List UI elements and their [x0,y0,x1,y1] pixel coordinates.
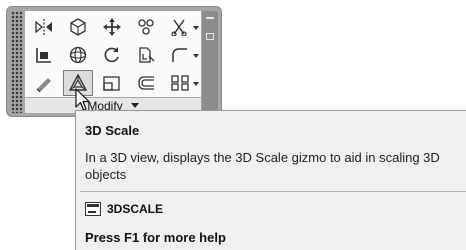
rotate-tool-button[interactable] [97,42,127,68]
tooltip-divider [80,191,466,192]
tooltip-title: 3D Scale [85,123,140,138]
trim-dropdown-arrow[interactable] [193,26,199,30]
offset-icon [138,76,154,90]
move-icon [103,18,121,36]
mouse-cursor-icon [75,88,90,111]
offset-tool-button[interactable] [131,70,161,96]
erase-icon [36,78,51,92]
3d-move-gizmo-icon [70,18,86,36]
rotate-icon [104,47,119,63]
tooltip-3d-scale: 3D Scale In a 3D view, displays the 3D S… [75,110,466,250]
stretch-tool-button[interactable] [97,70,127,96]
tooltip-help-text: Press F1 for more help [85,230,226,245]
array-tool-button[interactable] [165,70,195,96]
array-icon [171,75,189,91]
fillet-dropdown-arrow[interactable] [193,54,199,58]
erase-tool-button[interactable] [29,70,59,96]
stretch-icon [103,76,120,91]
panel-side-bar [202,11,218,113]
3d-rotate-gizmo-icon [69,46,87,64]
trim-icon [171,19,187,36]
mirror-tool-button[interactable] [29,14,59,40]
tooltip-description: In a 3D view, displays the 3D Scale gizm… [85,150,440,182]
3d-rotate-tool-button[interactable] [63,42,93,68]
align-tool-button[interactable] [29,42,59,68]
stage: Modify 3D Scale In a 3D view, displays t… [0,0,466,250]
modify-panel: Modify [6,6,222,117]
array-dropdown-arrow[interactable] [193,82,199,86]
copy-icon [138,19,154,35]
panel-dialog-launcher-icon[interactable] [206,33,214,40]
tooltip-command-name: 3DSCALE [107,202,164,216]
command-window-icon [85,202,101,216]
panel-pin-icon[interactable] [206,17,214,19]
3d-move-tool-button[interactable] [63,14,93,40]
tooltip-command-row: 3DSCALE [85,202,163,216]
tool-grid [25,11,201,97]
align-icon [36,48,51,63]
copy-clip-icon [139,47,155,63]
fillet-icon [172,48,187,62]
copy-clip-tool-button[interactable] [131,42,161,68]
trim-tool-button[interactable] [165,14,195,40]
copy-tool-button[interactable] [131,14,161,40]
fillet-tool-button[interactable] [165,42,195,68]
move-tool-button[interactable] [97,14,127,40]
mirror-icon [35,19,52,35]
panel-grip-handle[interactable] [11,11,22,113]
chevron-down-icon [130,103,139,108]
